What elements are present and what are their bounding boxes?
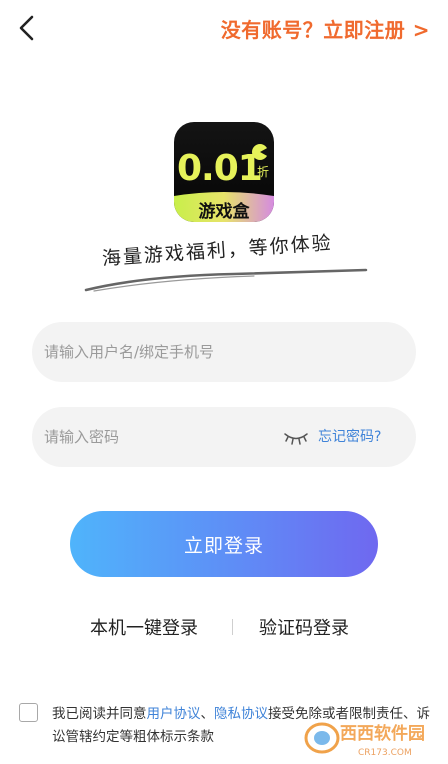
slogan-underline: [84, 268, 368, 292]
agreement-checkbox[interactable]: [19, 703, 38, 722]
watermark-domain: CR173.COM: [358, 748, 412, 758]
logo-name: 游戏盒: [199, 201, 251, 222]
username-input[interactable]: [44, 322, 404, 382]
alternative-login: 本机一键登录 验证码登录: [0, 614, 448, 640]
one-click-login-button[interactable]: 本机一键登录: [90, 614, 198, 640]
privacy-agreement-link[interactable]: 隐私协议: [214, 706, 268, 722]
forgot-password-link[interactable]: 忘记密码?: [318, 426, 381, 446]
sms-code-login-button[interactable]: 验证码登录: [259, 614, 349, 640]
login-button[interactable]: 立即登录: [70, 511, 378, 577]
agreement-prefix: 我已阅读并同意: [52, 706, 147, 722]
watermark-text: 西西软件园: [340, 723, 425, 744]
eye-closed-icon[interactable]: [284, 429, 308, 445]
agreement-separator: 、: [200, 706, 215, 722]
top-bar: 没有账号？立即注册 >: [0, 0, 448, 56]
password-field: 忘记密码?: [32, 407, 416, 467]
username-field: [32, 322, 416, 382]
divider: [232, 619, 233, 635]
password-input[interactable]: [44, 407, 274, 467]
back-button[interactable]: [12, 12, 44, 44]
user-agreement-link[interactable]: 用户协议: [147, 706, 201, 722]
app-logo: 0.01 折 游戏盒: [174, 122, 274, 222]
register-link[interactable]: 没有账号？立即注册 >: [221, 14, 430, 43]
watermark: 西西软件园 CR173.COM: [304, 722, 425, 758]
logo-number: 0.01: [177, 148, 262, 189]
slogan: 海量游戏福利，等你体验: [84, 232, 368, 298]
chevron-left-icon: [19, 15, 34, 41]
logo-discount-char: 折: [257, 164, 269, 179]
